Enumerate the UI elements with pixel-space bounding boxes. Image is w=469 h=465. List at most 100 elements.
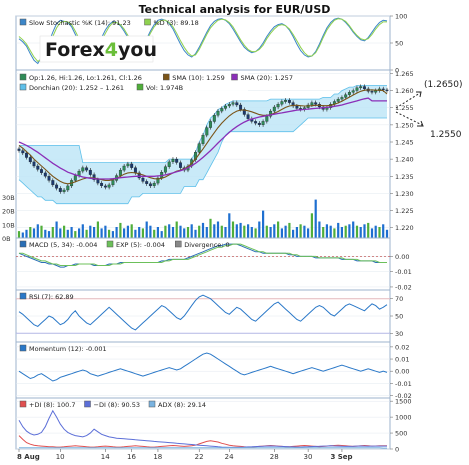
candle-body [43,172,47,177]
volume-bar [36,224,39,238]
volume-bar [51,227,54,238]
forex4you-logo: Forex4you [45,39,157,61]
volume-bar [284,225,287,238]
candle-body [96,179,100,184]
price-row2-legend-swatch-1 [136,83,144,91]
candle-body [239,104,243,110]
dmi-legend-label-1: −DI (8): 90.53 [94,401,141,409]
volume-bar [243,225,246,238]
volume-bar [235,224,238,238]
price-row1-legend-label-0: Op:1.26, Hi:1.26, Lo:1.261, Cl:1.26 [29,74,142,82]
volume-bar [25,229,28,238]
momentum-tick-label-1: 0.01 [395,356,409,364]
candle-body [25,152,28,158]
x-tick-label-9: 3 Sep [330,453,352,461]
volume-bar [55,221,58,238]
volume-bar [130,224,133,238]
price-row1-legend-swatch-1 [163,73,170,81]
volume-bar [292,229,295,238]
candle-body [28,157,32,163]
volume-bar [47,231,51,238]
logo-part-you: you [118,39,157,61]
candle-body [340,97,344,100]
volume-bar [224,227,227,238]
candle-body [381,88,385,91]
candle-body [227,104,231,107]
candle-body [148,183,152,187]
price-row2-legend-swatch-0 [19,83,27,91]
candle-body [197,143,201,153]
volume-bar [74,231,77,238]
momentum-tick-label-2: 0.00 [395,368,409,376]
macd-tick-label-2: -0.02 [395,283,412,291]
candle-body [231,102,235,105]
stochastic-legend-swatch-1 [144,18,151,26]
volume-bar [265,225,268,238]
volume-tick-label-2: 10B [2,221,15,229]
macd-tick-label-1: -0.01 [395,268,412,276]
volume-bar [344,225,347,238]
candle-body [100,182,104,186]
x-tick-label-7: 28 [270,453,279,461]
macd-legend-swatch-2 [175,240,182,248]
stochastic-legend-label-0: Slow Stochastic %K (14): 91.23 [29,19,131,27]
volume-bar [355,225,359,238]
candle-body [314,102,318,105]
rsi-tick-label-0: 70 [395,295,403,303]
volume-bar [277,221,280,238]
volume-bar [258,221,261,238]
candle-body [88,169,92,175]
candle-body [133,167,137,173]
volume-bar [100,228,103,238]
volume-bar [21,232,24,238]
volume-bar [81,224,84,238]
volume-bar [78,228,81,238]
price-row1-legend-swatch-0 [19,73,27,81]
volume-tick-label-3: 0B [2,235,11,243]
volume-bar [325,224,328,238]
candle-body [36,165,40,170]
volume-bar [63,225,66,238]
volume-bar [183,228,186,238]
volume-bar [96,221,99,238]
volume-bar [340,227,343,238]
volume-bar [310,213,313,238]
candle-body [126,163,130,167]
candle-body [276,104,280,108]
volume-bar [262,210,265,238]
volume-bar [239,222,242,238]
candle-body [58,188,62,192]
candle-body [32,161,36,167]
candle-body [118,169,122,176]
price-tick-label-2: 1.255 [395,104,414,112]
volume-bar [160,231,163,238]
candle-body [62,189,66,192]
candle-body [47,176,51,181]
candle-body [212,115,216,122]
candle-body [385,89,389,91]
candle-body [261,121,265,125]
price-tick-label-0: 1.265 [395,70,414,78]
volume-bar [134,229,137,238]
volume-bar [333,228,336,238]
volume-bar [318,221,321,238]
macd-tick-label-0: 0.00 [395,253,409,261]
candle-body [224,105,227,109]
volume-bar [280,228,283,238]
candle-body [310,102,314,106]
stochastic-tick-label-0: 100 [395,13,407,21]
candle-body [66,185,70,191]
momentum-tick-label-3: -0.01 [395,380,412,388]
volume-bar [141,228,144,238]
volume-bar [153,229,156,238]
candle-body [111,180,115,186]
volume-bar [40,225,43,238]
volume-bar [164,225,167,238]
candle-body [55,184,59,189]
dmi-legend-swatch-2 [148,400,156,408]
candle-body [220,108,224,112]
logo-part-4: 4 [105,39,118,61]
candle-body [280,101,284,105]
volume-bar [314,199,317,238]
rsi-legend-swatch-0 [19,292,27,300]
